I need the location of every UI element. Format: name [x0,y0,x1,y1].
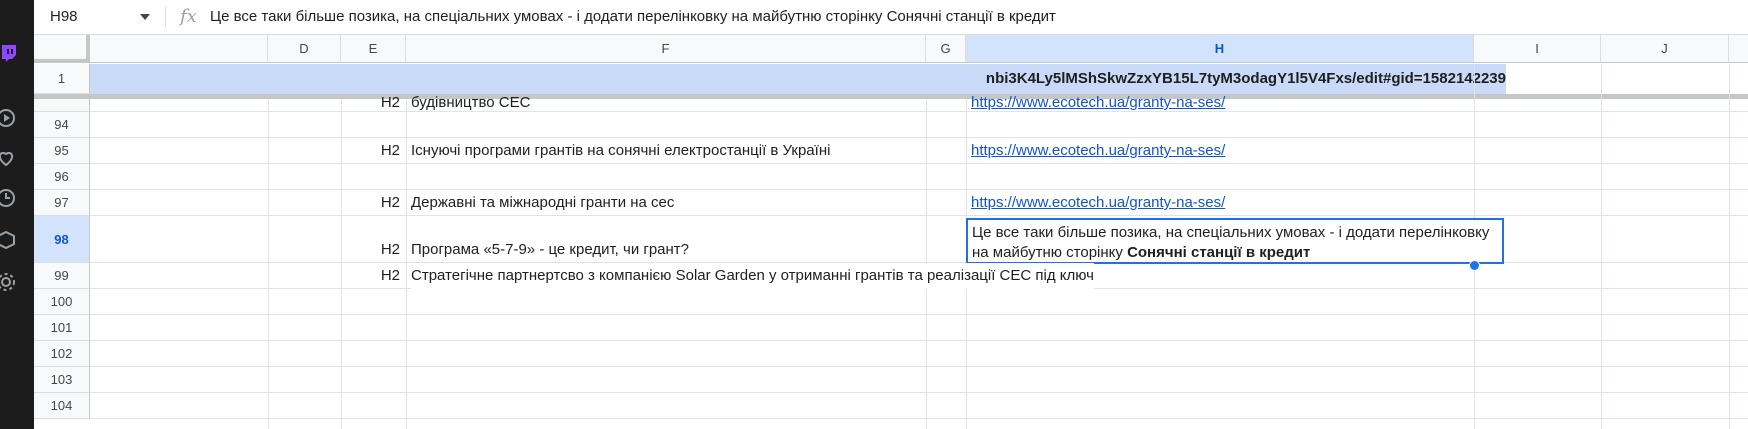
select-all-corner[interactable] [34,35,90,63]
cell-e97[interactable]: H2 [341,190,400,216]
col-header-j[interactable]: J [1601,35,1729,63]
formula-input[interactable]: Це все таки більше позика, на спеціальни… [210,0,1056,34]
col-header-i[interactable]: I [1474,35,1601,63]
name-box[interactable]: H98 [50,0,190,34]
row-header-99[interactable]: 99 [34,263,90,289]
row-header-103[interactable]: 103 [34,367,90,393]
formula-bar-divider [165,7,166,27]
grid-line [90,366,1748,367]
fx-icon: fx [180,6,197,27]
heart-icon[interactable] [0,148,17,168]
row-header-97[interactable]: 97 [34,190,90,216]
cell-f97[interactable]: Державні та міжнародні гранти на сес [411,190,674,216]
row-header-96[interactable]: 96 [34,164,90,190]
row-header-93[interactable] [34,99,90,112]
grid-line [1729,64,1730,429]
frozen-row-separator[interactable] [34,94,1748,99]
spreadsheet-grid[interactable]: D E F G H I J nbi3K4Ly5lMShSkwZzxYB15L7t… [34,35,1748,429]
grid-line [90,189,1748,190]
cell-h98-bold: Сонячні станції в кредит [1127,244,1311,261]
grid-line [1601,64,1602,429]
fill-handle[interactable] [1469,260,1480,271]
grid-line [268,99,269,429]
col-header-d[interactable]: D [268,35,341,63]
cell-e93[interactable]: H2 [341,93,400,113]
row-header-102[interactable]: 102 [34,341,90,367]
cell-f95[interactable]: Існуючі програми грантів на сонячні елек… [411,138,830,164]
grid-line [90,163,1748,164]
row-header-104[interactable]: 104 [34,393,90,419]
cell-h95-link[interactable]: https://www.ecotech.ua/granty-na-ses/ [971,138,1225,164]
cube-icon[interactable] [0,230,17,250]
grid-line [90,215,1748,216]
col-header-f[interactable]: F [406,35,926,63]
row-header-100[interactable]: 100 [34,289,90,315]
cell-e95[interactable]: H2 [341,138,400,164]
formula-bar: H98 fx Це все таки більше позика, на спе… [34,0,1748,35]
grid-line [90,340,1748,341]
cell-h98-text: Це все таки більше позика, на спеціальни… [972,223,1500,263]
cell-f98[interactable]: Програма «5-7-9» - це кредит, чи грант? [411,237,689,263]
cell-h97-link[interactable]: https://www.ecotech.ua/granty-na-ses/ [971,190,1225,216]
row-header-101[interactable]: 101 [34,315,90,341]
col-header-h[interactable]: H [966,35,1474,63]
cell-f93[interactable]: будівництво СЕС [411,93,530,113]
col-header-g[interactable]: G [926,35,966,63]
grid-line [90,392,1748,393]
selected-cell-h98[interactable]: Це все таки більше позика, на спеціальни… [966,218,1504,264]
grid-line [90,111,1748,112]
col-header-e[interactable]: E [341,35,406,63]
grid-line [90,418,1748,419]
cell-f99[interactable]: Стратегічне партнертсво з компанією Sola… [411,263,1094,289]
side-panel [0,0,34,429]
row-1-url-text[interactable]: nbi3K4Ly5lMShSkwZzxYB15L7tyM3odagY1l5V4F… [90,64,1506,94]
col-header-c[interactable] [90,35,268,63]
cell-h93-link[interactable]: https://www.ecotech.ua/granty-na-ses/ [971,93,1225,113]
twitch-icon[interactable] [0,44,17,64]
row-header-94[interactable]: 94 [34,112,90,138]
col-header-k[interactable] [1729,35,1748,63]
clock-icon[interactable] [0,188,17,208]
gear-icon[interactable] [0,272,17,292]
grid-line [90,314,1748,315]
grid-line [406,99,407,429]
grid-line [90,137,1748,138]
cell-e99[interactable]: H2 [341,263,400,289]
row-header-98[interactable]: 98 [34,216,90,263]
play-circle-icon[interactable] [0,108,17,128]
row-header-95[interactable]: 95 [34,138,90,164]
cell-e98[interactable]: H2 [341,237,400,263]
row-header-1[interactable]: 1 [34,64,90,94]
chevron-down-icon[interactable] [140,14,150,20]
